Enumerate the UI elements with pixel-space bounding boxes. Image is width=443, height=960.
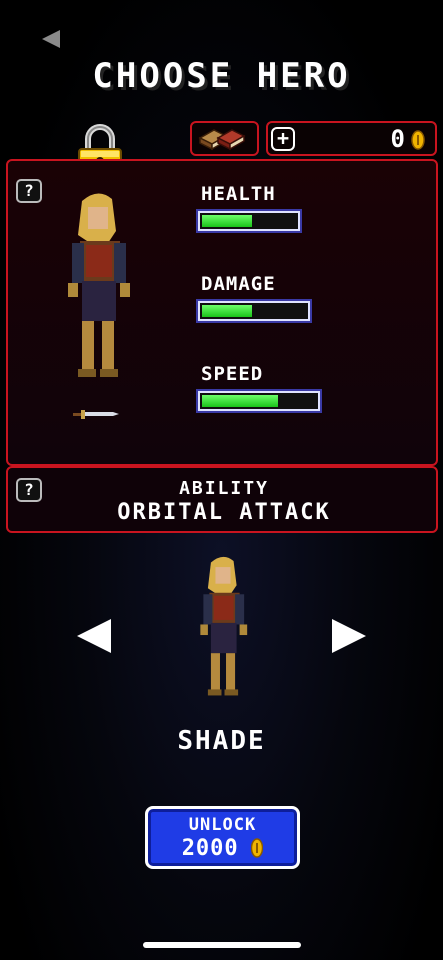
health-bar-fill — [202, 215, 252, 227]
speed-bar-fill — [202, 395, 279, 407]
coin-icon — [251, 838, 264, 858]
coin-balance: + 0 — [266, 121, 437, 156]
stats-help-button[interactable]: ? — [16, 179, 42, 203]
ability-label: ABILITY — [179, 478, 269, 499]
unlock-price: 2000 — [181, 836, 239, 861]
add-coins-button[interactable]: + — [271, 127, 295, 151]
hero-stats-panel: ? HEALTH DAMAGE SPEED — [6, 159, 438, 466]
stat-label-health: HEALTH — [201, 183, 276, 205]
page-title: CHOOSE HERO — [92, 56, 351, 96]
previous-hero-arrow-icon[interactable] — [75, 617, 113, 655]
coin-icon — [411, 130, 425, 150]
home-indicator[interactable] — [143, 942, 301, 948]
damage-bar-fill — [202, 305, 252, 317]
hero-name: SHADE — [177, 726, 266, 756]
spellbook-slot[interactable] — [190, 121, 259, 156]
books-icon — [198, 129, 246, 151]
next-hero-arrow-icon[interactable] — [330, 617, 368, 655]
coin-count: 0 — [390, 125, 405, 153]
hero-portrait-large — [68, 193, 130, 377]
unlock-label: UNLOCK — [188, 815, 257, 835]
back-arrow-icon[interactable] — [40, 28, 62, 50]
unlock-button[interactable]: UNLOCK 2000 — [145, 806, 300, 869]
damage-bar — [198, 301, 310, 321]
stat-label-speed: SPEED — [201, 363, 264, 385]
stat-label-damage: DAMAGE — [201, 273, 276, 295]
speed-bar — [198, 391, 320, 411]
ability-panel: ? ABILITY ORBITAL ATTACK — [6, 466, 438, 533]
ability-name: ORBITAL ATTACK — [117, 500, 331, 525]
hero-sprite-preview — [200, 556, 248, 696]
health-bar — [198, 211, 300, 231]
dagger-icon — [73, 410, 119, 419]
hero-select-screen: CHOOSE HERO + 0 ? HEALTH DAMAGE SPEED ? … — [0, 0, 443, 960]
